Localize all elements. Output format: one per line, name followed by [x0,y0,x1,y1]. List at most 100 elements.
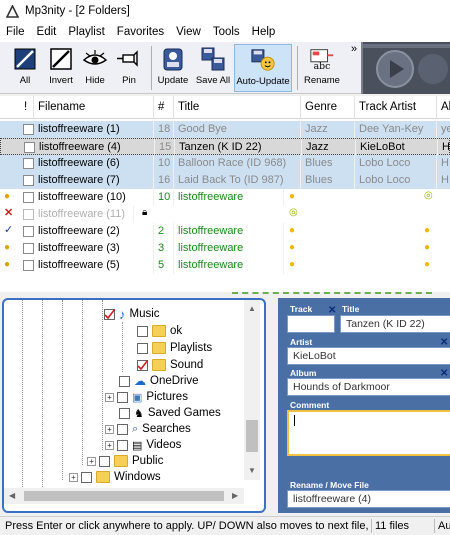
tree-checkbox[interactable] [137,359,148,371]
pin-button[interactable]: Pin [112,44,146,92]
save-all-button[interactable]: Save All [193,44,233,92]
row-checkbox[interactable] [23,209,34,220]
tree-checkbox[interactable] [99,455,110,467]
artist-field[interactable]: KieLoBot [287,347,450,365]
toolbar-overflow-chevron[interactable]: » [351,43,357,55]
row-checkbox[interactable] [24,142,35,153]
tree-node-searches[interactable]: + ⌕ Searches [105,421,191,437]
table-row[interactable]: listoffreeware (7) 16 Laid Back To (ID 9… [0,172,450,189]
scroll-left-icon[interactable]: ◀ [9,491,15,500]
title-bar: Mp3nity - [2 Folders] [0,0,450,22]
menu-help[interactable]: Help [246,26,282,38]
tree-vertical-scrollbar[interactable]: ▲ ▼ [244,300,260,480]
update-button[interactable]: Update [156,44,190,92]
row-checkbox[interactable] [23,260,34,271]
table-row[interactable]: ● listoffreeware (10) 10 listoffreeware … [0,189,450,206]
bulb-icon: ● [424,225,431,236]
tree-checkbox[interactable] [81,471,92,483]
tree-node-sound[interactable]: Sound [137,357,203,373]
tree-node-windows[interactable]: + Windows [69,469,161,485]
expand-icon[interactable]: + [105,440,114,450]
table-row[interactable]: ● listoffreeware (3) 3 listoffreeware ● … [0,240,450,257]
table-row[interactable]: listoffreeware (1) 18 Good Bye Jazz Dee … [0,121,450,138]
game-icon: ♞ [134,407,144,420]
row-checkbox[interactable] [23,192,34,203]
table-row[interactable]: ✓ listoffreeware (2) 2 listoffreeware ● … [0,223,450,240]
file-grid: ! Filename # Title Genre Track Artist Al… [0,96,450,292]
hide-button[interactable]: Hide [80,44,110,92]
track-field[interactable] [287,315,335,333]
lock-icon: 🔒︎ [142,207,148,218]
row-checkbox[interactable] [23,124,34,135]
tree-checkbox[interactable] [137,325,148,337]
rename-field[interactable]: listoffreeware (4) [287,490,450,508]
tree-node-pictures[interactable]: + ▣ Pictures [105,389,188,405]
tree-line [122,322,123,372]
expand-icon[interactable]: + [105,392,114,402]
bulb-icon: ● [424,259,431,270]
scroll-up-icon[interactable]: ▲ [248,304,256,313]
tree-node-playlists[interactable]: Playlists [137,340,212,356]
bulb-icon: ● [289,242,296,253]
col-filename-header[interactable]: Filename [34,96,154,119]
menu-playlist[interactable]: Playlist [62,26,110,38]
menu-favorites[interactable]: Favorites [111,26,170,38]
tree-node-videos[interactable]: + ▤ Videos [105,437,181,453]
menu-edit[interactable]: Edit [31,26,63,38]
menu-file[interactable]: File [0,26,31,38]
scroll-down-icon[interactable]: ▼ [248,466,256,475]
table-row[interactable]: listoffreeware (6) 10 Balloon Race (ID 9… [0,155,450,172]
hscroll-thumb[interactable] [24,491,224,501]
tree-node-onedrive[interactable]: ☁ OneDrive [119,373,199,389]
status-separator [434,519,435,533]
tree-checkbox[interactable] [119,407,130,419]
table-row[interactable]: ✕ listoffreeware (11) 🔒︎ ◎ [0,206,450,223]
row-checkbox[interactable] [23,243,34,254]
select-all-button[interactable]: All [8,44,42,92]
menu-tools[interactable]: Tools [207,26,246,38]
col-album-header[interactable]: Al [437,96,450,119]
col-artist-header[interactable]: Track Artist [355,96,437,119]
auto-update-button[interactable]: Auto-Update [234,44,292,92]
tree-node-saved-games[interactable]: ♞ Saved Games [119,405,221,421]
film-icon: ▤ [132,439,143,452]
rename-button[interactable]: abc Rename [302,44,342,92]
tree-horizontal-scrollbar[interactable]: ◀ ▶ [4,488,244,504]
row-checkbox[interactable] [23,226,34,237]
table-row[interactable]: ● listoffreeware (5) 5 listoffreeware ● … [0,257,450,274]
tree-checkbox[interactable] [117,391,128,403]
tree-checkbox[interactable] [117,439,128,451]
bulb-icon: ● [4,259,11,270]
status-bar: Press Enter or click anywhere to apply. … [0,516,450,534]
album-field[interactable]: Hounds of Darkmoor [287,378,450,396]
scroll-thumb[interactable] [246,420,258,452]
tree-checkbox[interactable] [117,423,128,435]
row-checkbox[interactable] [23,175,34,186]
menu-view[interactable]: View [170,26,207,38]
col-number-header[interactable]: # [154,96,174,119]
row-checkbox[interactable] [23,158,34,169]
toolbar: All Invert Hide Pin Update Save All Auto… [0,42,450,94]
table-row[interactable]: listoffreeware (4) 15 Tanzen (K ID 22) J… [0,138,450,156]
window-title: Mp3nity - [2 Folders] [25,5,130,17]
expand-icon[interactable]: + [69,472,78,482]
col-title-header[interactable]: Title [174,96,301,119]
tree-checkbox[interactable] [137,342,148,354]
col-genre-header[interactable]: Genre [301,96,355,119]
tree-node-music[interactable]: ♪ Music [104,306,160,322]
tree-checkbox[interactable] [119,375,130,387]
splitter-grip[interactable] [232,292,432,294]
expand-icon[interactable]: + [87,456,96,466]
expand-icon[interactable]: + [105,424,114,434]
bulb-icon: ● [4,191,11,202]
invert-selection-button[interactable]: Invert [44,44,78,92]
tree-node-public[interactable]: + Public [87,453,163,469]
tree-node-ok[interactable]: ok [137,323,182,339]
bulb-icon: ● [289,259,296,270]
title-field[interactable]: Tanzen (K ID 22) [340,315,450,333]
tree-checkbox[interactable] [104,308,115,320]
comment-field[interactable] [287,410,450,456]
folder-icon [152,325,166,337]
col-flag-header[interactable]: ! [20,96,34,119]
scroll-right-icon[interactable]: ▶ [232,491,238,500]
